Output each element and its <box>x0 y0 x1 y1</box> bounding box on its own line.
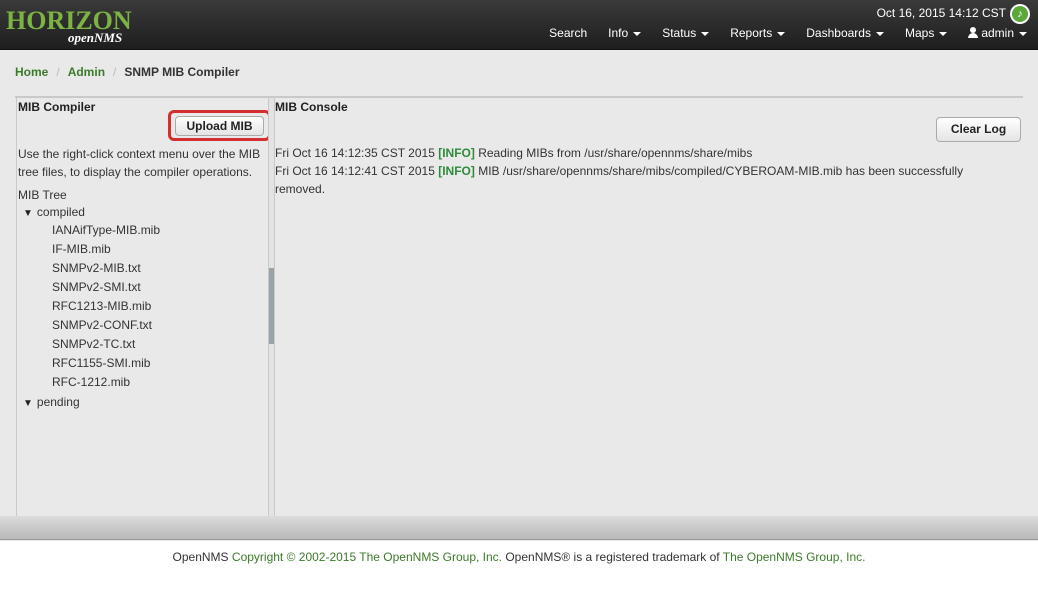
log-entry: Fri Oct 16 14:12:35 CST 2015 [INFO] Read… <box>275 146 753 160</box>
breadcrumb: Home / Admin / SNMP MIB Compiler <box>15 65 240 79</box>
footer-copyright-link[interactable]: Copyright © 2002-2015 <box>229 550 360 564</box>
breadcrumb-separator: / <box>113 65 117 79</box>
tree-file[interactable]: RFC1155-SMI.mib <box>52 356 150 370</box>
caret-down-icon <box>875 31 884 36</box>
log-level: [INFO] <box>438 146 475 160</box>
tree-folder-compiled[interactable]: ▼ compiled <box>23 205 85 221</box>
nav-info[interactable]: Info <box>608 26 642 42</box>
top-navbar: HORIZON openNMS Oct 16, 2015 14:12 CST ♪… <box>0 0 1038 50</box>
compiler-description: Use the right-click context menu over th… <box>18 147 261 179</box>
nav-reports[interactable]: Reports <box>730 26 786 42</box>
mib-console-title: MIB Console <box>275 100 348 114</box>
breadcrumb-current: SNMP MIB Compiler <box>124 65 240 79</box>
tree-file[interactable]: SNMPv2-SMI.txt <box>52 280 141 294</box>
logo-sub-text: openNMS <box>68 30 123 45</box>
expand-triangle-icon: ▼ <box>23 398 33 409</box>
tree-folder-pending[interactable]: ▼ pending <box>23 395 80 411</box>
caret-down-icon <box>777 31 786 36</box>
mib-compiler-title: MIB Compiler <box>18 100 96 114</box>
expand-triangle-icon: ▼ <box>23 208 33 219</box>
mib-console-panel: MIB Console Clear Log Fri Oct 16 14:12:3… <box>275 98 1023 516</box>
opennms-horizon-logo[interactable]: HORIZON openNMS <box>6 6 136 46</box>
upload-highlight: Upload MIB <box>168 110 271 141</box>
tree-file[interactable]: RFC1213-MIB.mib <box>52 299 151 313</box>
scrollbar-thumb[interactable] <box>269 268 274 344</box>
caret-down-icon <box>939 31 948 36</box>
tree-file[interactable]: SNMPv2-MIB.txt <box>52 261 141 275</box>
nav-user-admin[interactable]: admin <box>968 26 1027 42</box>
main-nav: Search Info Status Reports Dashboards Ma… <box>528 26 1027 42</box>
notification-bell-icon[interactable]: ♪ <box>1010 4 1030 24</box>
left-panel-scrollbar[interactable] <box>268 98 275 516</box>
tree-file[interactable]: RFC-1212.mib <box>52 375 130 389</box>
mib-tree-title: MIB Tree <box>18 188 67 202</box>
header-datetime: Oct 16, 2015 14:12 CST <box>876 6 1006 20</box>
footer-group-link[interactable]: The OpenNMS Group, Inc. <box>359 550 502 564</box>
caret-down-icon <box>633 31 642 36</box>
tree-file[interactable]: SNMPv2-TC.txt <box>52 337 135 351</box>
upload-mib-button[interactable]: Upload MIB <box>175 116 264 136</box>
nav-dashboards[interactable]: Dashboards <box>806 26 884 42</box>
breadcrumb-home[interactable]: Home <box>15 65 48 79</box>
nav-status[interactable]: Status <box>662 26 710 42</box>
breadcrumb-separator: / <box>56 65 60 79</box>
footer-copyright: OpenNMS Copyright © 2002-2015 The OpenNM… <box>172 550 866 564</box>
footer-separator <box>0 516 1038 540</box>
tree-file[interactable]: IANAifType-MIB.mib <box>52 223 160 237</box>
user-icon <box>968 27 979 38</box>
caret-down-icon <box>1019 31 1027 36</box>
log-entry: Fri Oct 16 14:12:41 CST 2015 [INFO] MIB … <box>275 164 964 196</box>
caret-down-icon <box>701 31 710 36</box>
nav-maps[interactable]: Maps <box>905 26 948 42</box>
breadcrumb-admin[interactable]: Admin <box>68 65 105 79</box>
nav-search[interactable]: Search <box>549 26 587 42</box>
footer: OpenNMS Copyright © 2002-2015 The OpenNM… <box>0 541 1038 591</box>
console-log: Fri Oct 16 14:12:35 CST 2015 [INFO] Read… <box>275 144 975 198</box>
clear-log-button[interactable]: Clear Log <box>936 117 1021 142</box>
log-level: [INFO] <box>438 164 475 178</box>
mib-compiler-panel: MIB Compiler Upload MIB Use the right-cl… <box>16 98 271 516</box>
footer-group-link[interactable]: The OpenNMS Group, Inc. <box>723 550 866 564</box>
tree-file[interactable]: SNMPv2-CONF.txt <box>52 318 152 332</box>
tree-file[interactable]: IF-MIB.mib <box>52 242 111 256</box>
